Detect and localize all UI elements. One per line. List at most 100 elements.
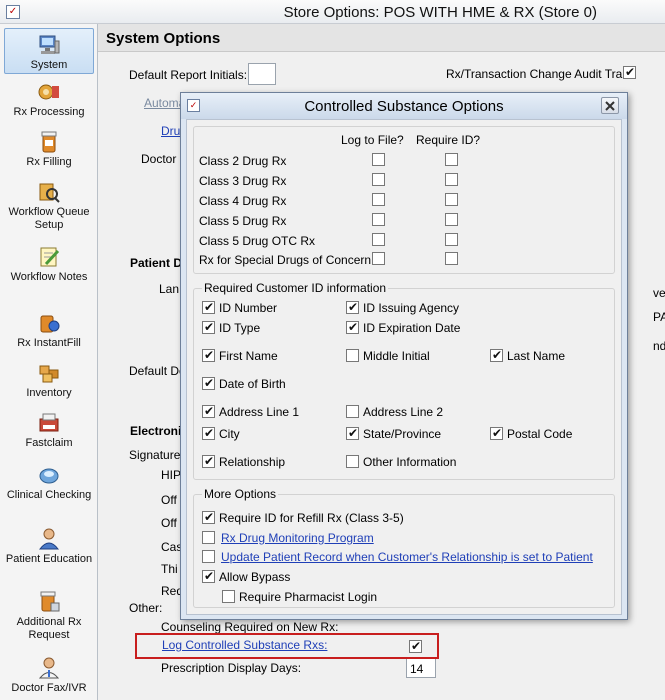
city-checkbox[interactable] <box>202 426 215 440</box>
close-icon <box>605 101 615 111</box>
id-type-label: ID Type <box>219 321 261 335</box>
class4-require-checkbox[interactable] <box>445 193 458 206</box>
more-options-group: More Options Require ID for Refill Rx (C… <box>193 487 615 608</box>
sidebar-item-workflow-queue-setup[interactable]: Workflow Queue Setup <box>4 180 94 238</box>
sidebar-item-system[interactable]: System <box>4 28 94 74</box>
address-line-2-checkbox[interactable] <box>346 405 359 418</box>
doctor-label-partial: Doctor I <box>141 152 184 166</box>
date-of-birth-checkbox[interactable] <box>202 376 215 390</box>
sidebar-item-fastclaim[interactable]: Fastclaim <box>4 411 94 455</box>
class4-log-checkbox[interactable] <box>372 193 385 206</box>
sidebar-item-patient-education[interactable]: Patient Education <box>4 527 94 585</box>
sidebar-item-rx-filling[interactable]: Rx Filling <box>4 130 94 174</box>
class2-require-checkbox[interactable] <box>445 153 458 166</box>
rx-drug-monitoring-link[interactable]: Rx Drug Monitoring Program <box>221 531 374 545</box>
audit-trail-checkbox[interactable] <box>623 65 636 79</box>
other-information-checkbox[interactable] <box>346 455 359 468</box>
sidebar-item-rx-processing[interactable]: Rx Processing <box>4 80 94 124</box>
default-report-initials-input[interactable] <box>248 63 276 85</box>
additional-rx-icon <box>40 591 60 612</box>
right-partial-2: PA <box>653 310 665 324</box>
audit-trail-label: Rx/Transaction Change Audit Trail: <box>446 67 631 81</box>
require-pharmacist-login-label: Require Pharmacist Login <box>239 590 378 604</box>
dialog-body: Log to File? Require ID? Class 2 Drug Rx… <box>186 119 622 615</box>
right-partial-1: ver <box>653 286 665 300</box>
first-name-checkbox[interactable] <box>202 348 215 362</box>
rx-processing-icon <box>38 84 59 100</box>
id-issuing-agency-label: ID Issuing Agency <box>363 301 460 315</box>
doctor-fax-icon <box>38 657 60 679</box>
class5-otc-require-checkbox[interactable] <box>445 233 458 246</box>
update-patient-record-link[interactable]: Update Patient Record when Customer's Re… <box>221 550 593 564</box>
require-id-refill-checkbox[interactable] <box>202 510 215 524</box>
class2-log-checkbox[interactable] <box>372 153 385 166</box>
id-number-checkbox[interactable] <box>202 300 215 314</box>
drug-row-label: Class 3 Drug Rx <box>199 174 287 188</box>
require-pharmacist-login-checkbox[interactable] <box>222 590 235 603</box>
hipaa-label-partial: HIP <box>161 468 182 482</box>
update-patient-record-checkbox[interactable] <box>202 550 215 563</box>
last-name-checkbox[interactable] <box>490 348 503 362</box>
page-title: System Options <box>106 30 221 47</box>
drug-row-label: Class 5 Drug OTC Rx <box>199 234 316 248</box>
drug-row-label: Class 4 Drug Rx <box>199 194 287 208</box>
sidebar-item-label: Fastclaim <box>25 437 73 449</box>
window-titlebar: ✓ Store Options: POS WITH HME & RX (Stor… <box>0 0 665 24</box>
id-type-checkbox[interactable] <box>202 320 215 334</box>
sidebar-item-additional-rx-request[interactable]: Additional Rx Request <box>4 590 94 648</box>
required-id-group: Required Customer ID information ID Numb… <box>193 281 615 480</box>
dialog-close-button[interactable] <box>601 97 619 114</box>
counseling-label: Counseling Required on New Rx: <box>161 620 339 634</box>
drug-row-label: Class 5 Drug Rx <box>199 214 287 228</box>
rx-drug-monitoring-checkbox[interactable] <box>202 531 215 544</box>
date-of-birth-label: Date of Birth <box>219 377 286 391</box>
language-label-partial: Lan <box>159 282 180 296</box>
window-title: Store Options: POS WITH HME & RX (Store … <box>283 4 597 21</box>
relationship-label: Relationship <box>219 455 286 469</box>
sidebar-item-label: Workflow Notes <box>10 271 88 283</box>
default-report-initials-label: Default Report Initials: <box>129 68 248 82</box>
address-line-1-label: Address Line 1 <box>219 405 300 419</box>
sidebar-item-clinical-checking[interactable]: Clinical Checking <box>4 463 94 521</box>
drug-class-group: Log to File? Require ID? Class 2 Drug Rx… <box>193 126 615 274</box>
sidebar-item-workflow-notes[interactable]: Workflow Notes <box>4 245 94 301</box>
class3-log-checkbox[interactable] <box>372 173 385 186</box>
sidebar-item-label: Rx InstantFill <box>17 337 81 349</box>
id-number-label: ID Number <box>219 301 278 315</box>
state-province-checkbox[interactable] <box>346 426 359 440</box>
state-province-label: State/Province <box>363 427 442 441</box>
offer-label-partial-2: Off <box>161 516 177 530</box>
postal-code-checkbox[interactable] <box>490 426 503 440</box>
id-expiration-date-checkbox[interactable] <box>346 320 359 334</box>
id-issuing-agency-checkbox[interactable] <box>346 300 359 314</box>
last-name-label: Last Name <box>507 349 566 363</box>
computer-icon <box>39 35 60 54</box>
class5-require-checkbox[interactable] <box>445 213 458 226</box>
prescription-display-days-input[interactable]: 14 <box>406 658 436 678</box>
special-drugs-log-checkbox[interactable] <box>372 252 385 265</box>
address-line-1-checkbox[interactable] <box>202 404 215 418</box>
drug-row-label: Class 2 Drug Rx <box>199 154 287 168</box>
special-drugs-require-checkbox[interactable] <box>445 252 458 265</box>
patient-education-icon <box>38 528 60 550</box>
offer-label-partial-1: Off <box>161 493 177 507</box>
require-id-refill-label: Require ID for Refill Rx (Class 3-5) <box>219 511 404 525</box>
sidebar-item-label: Clinical Checking <box>6 489 92 501</box>
city-label: City <box>219 427 240 441</box>
sidebar-item-rx-instantfill[interactable]: Rx InstantFill <box>4 311 94 355</box>
sidebar-item-label: Rx Filling <box>26 156 72 168</box>
relationship-checkbox[interactable] <box>202 454 215 468</box>
sidebar-item-inventory[interactable]: Inventory <box>4 361 94 405</box>
sidebar-item-label: Patient Education <box>5 553 93 565</box>
middle-initial-checkbox[interactable] <box>346 349 359 362</box>
rx-filling-icon <box>41 131 57 153</box>
right-partial-3: nde <box>653 339 665 353</box>
class3-require-checkbox[interactable] <box>445 173 458 186</box>
sidebar-item-doctor-fax[interactable]: Doctor Fax/IVR <box>4 656 94 700</box>
clinical-checking-icon <box>39 468 59 484</box>
address-line-2-label: Address Line 2 <box>363 405 444 419</box>
sidebar-item-label: Rx Processing <box>13 106 85 118</box>
class5-log-checkbox[interactable] <box>372 213 385 226</box>
class5-otc-log-checkbox[interactable] <box>372 233 385 246</box>
allow-bypass-checkbox[interactable] <box>202 569 215 583</box>
